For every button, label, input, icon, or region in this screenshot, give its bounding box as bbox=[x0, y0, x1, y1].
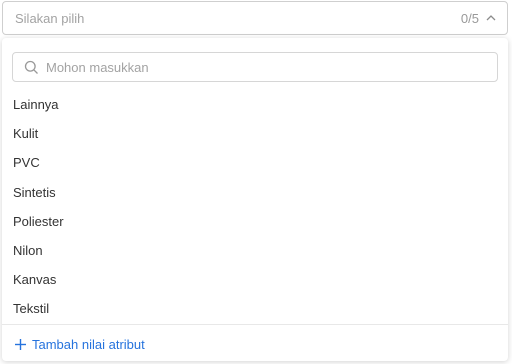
add-attribute-value-button[interactable]: Tambah nilai atribut bbox=[14, 335, 145, 353]
dropdown-panel: Lainnya Kulit PVC Sintetis Poliester Nil… bbox=[2, 38, 508, 361]
add-attribute-value-label: Tambah nilai atribut bbox=[32, 336, 145, 352]
option-item[interactable]: Poliester bbox=[2, 207, 508, 236]
option-item[interactable]: PVC bbox=[2, 148, 508, 177]
selection-count: 0/5 bbox=[460, 11, 479, 26]
search-input[interactable] bbox=[46, 57, 486, 77]
option-item[interactable]: Kulit bbox=[2, 119, 508, 148]
option-item[interactable]: Lainnya bbox=[2, 90, 508, 119]
footer-divider bbox=[2, 324, 508, 325]
select-placeholder: Silakan pilih bbox=[15, 11, 85, 26]
option-list: Lainnya Kulit PVC Sintetis Poliester Nil… bbox=[2, 90, 508, 324]
plus-icon bbox=[15, 338, 26, 350]
search-field[interactable] bbox=[12, 52, 498, 82]
option-item[interactable]: Tekstil bbox=[2, 294, 508, 323]
option-item[interactable]: Sintetis bbox=[2, 178, 508, 207]
attribute-select[interactable]: Silakan pilih 0/5 bbox=[2, 1, 508, 35]
option-item[interactable]: Kanvas bbox=[2, 265, 508, 294]
option-item[interactable]: Nilon bbox=[2, 236, 508, 265]
search-icon bbox=[24, 60, 38, 74]
chevron-up-icon[interactable] bbox=[485, 13, 497, 23]
